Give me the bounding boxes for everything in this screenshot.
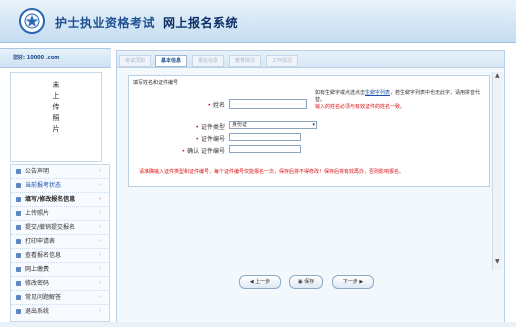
sidebar-item-label: 打印申请表 (25, 238, 56, 245)
tab-bar: 考试须知 基本信息 报名信息 教育情况 工作情况 (117, 51, 504, 68)
help-icon (16, 295, 21, 300)
id-number-label: • 证件编号 (195, 136, 225, 143)
photo-icon (16, 211, 21, 216)
chevron-right-icon: › (99, 294, 101, 300)
view-icon (16, 253, 21, 258)
tab-education[interactable]: 教育情况 (229, 55, 261, 67)
chevron-right-icon: › (99, 238, 101, 244)
save-button[interactable]: ▣ 保存 (289, 275, 323, 289)
sidebar-item-view-info[interactable]: 查看报名信息 › (11, 249, 109, 263)
speaker-icon (16, 169, 21, 174)
tab-work[interactable]: 工作情况 (266, 55, 298, 67)
chevron-right-icon: › (99, 266, 101, 272)
sidebar-item-label: 上传照片 (25, 210, 50, 217)
logo-emblem-icon (19, 8, 45, 34)
sidebar-item-password[interactable]: 修改密码 › (11, 277, 109, 291)
sidebar-item-label: 查看报名信息 (25, 252, 62, 259)
vertical-scrollbar[interactable]: ▲ ▼ (492, 72, 503, 270)
chevron-right-icon: › (99, 196, 101, 202)
edit-icon (16, 197, 21, 202)
sidebar-item-print[interactable]: 打印申请表 › (11, 235, 109, 249)
sidebar-item-logout[interactable]: 退出系统 › (11, 305, 109, 318)
scroll-up-icon[interactable]: ▲ (495, 72, 500, 79)
sidebar-item-label: 网上缴费 (25, 266, 50, 273)
sidebar-item-label: 公告声明 (25, 168, 50, 175)
form-section-title: 填写姓名和证件编号 (133, 80, 179, 86)
chevron-right-icon: › (99, 280, 101, 286)
user-greeting: 您好: 10000 .com (13, 55, 60, 61)
id-confirm-label: • 确认 证件编号 (181, 148, 225, 155)
app-title-secondary: 网上报名系统 (163, 16, 239, 30)
main-panel: 考试须知 基本信息 报名信息 教育情况 工作情况 填写姓名和证件编号 • 姓名 … (116, 50, 505, 326)
basic-info-form: 填写姓名和证件编号 • 姓名 如有生僻字或点选点击生僻字列表，若生僻字列表中也无… (128, 75, 490, 187)
print-icon (16, 239, 21, 244)
chevron-right-icon: › (99, 210, 101, 216)
rare-chars-link[interactable]: 生僻字列表 (365, 90, 390, 96)
sidebar-item-faq[interactable]: 常见问题解答 › (11, 291, 109, 305)
scroll-down-icon[interactable]: ▼ (495, 258, 500, 265)
tab-basic-info[interactable]: 基本信息 (155, 55, 187, 67)
tab-registration-info[interactable]: 报名信息 (192, 55, 224, 67)
sidebar-item-payment[interactable]: 网上缴费 › (11, 263, 109, 277)
chevron-right-icon: › (99, 182, 101, 188)
name-input[interactable] (229, 99, 307, 109)
sidebar-item-upload-photo[interactable]: 上传照片 › (11, 207, 109, 221)
prev-step-button[interactable]: ◀ 上一步 (239, 275, 281, 289)
id-type-select[interactable]: 身份证 ▾ (229, 121, 317, 129)
user-info-bar: 您好: 10000 .com (0, 48, 111, 68)
sidebar-item-label: 提交/撤销提交报名 (25, 224, 76, 231)
sidebar-item-label: 常见问题解答 (25, 294, 62, 301)
sidebar-item-label: 退出系统 (25, 308, 50, 315)
sidebar-item-edit-info[interactable]: 填写/修改报名信息 › (11, 193, 109, 207)
sidebar-menu: 公告声明 › 当前报考状态 › 填写/修改报名信息 › 上传照片 › 提交/撤销… (10, 164, 110, 322)
chevron-down-icon: ▾ (312, 122, 315, 128)
exit-icon (16, 309, 21, 314)
sidebar-item-announcements[interactable]: 公告声明 › (11, 165, 109, 179)
submit-icon (16, 225, 21, 230)
chevron-right-icon: › (99, 252, 101, 258)
sidebar-item-label: 修改密码 (25, 280, 50, 287)
id-confirm-input[interactable] (229, 145, 301, 153)
sidebar-item-label: 当前报考状态 (25, 182, 62, 189)
sidebar-item-label: 填写/修改报名信息 (25, 196, 76, 203)
pay-icon (16, 267, 21, 272)
id-type-label: • 证件类型 (195, 124, 225, 131)
chevron-right-icon: › (99, 168, 101, 174)
chevron-right-icon: › (99, 224, 101, 230)
next-step-button[interactable]: 下一步 ▶ (332, 275, 374, 289)
photo-placeholder: 未上传照片 (10, 72, 102, 162)
name-label: • 姓名 (207, 102, 225, 109)
app-title-primary: 护士执业资格考试 (55, 16, 156, 30)
tab-exam-notice[interactable]: 考试须知 (119, 55, 151, 67)
form-notice: 请准确输入证件类型和证件编号，每个证件编号仅能报名一次，保存后将不得修改！保存后… (139, 169, 405, 175)
app-header: 护士执业资格考试 网上报名系统 (0, 0, 516, 43)
key-icon (16, 281, 21, 286)
sidebar-item-submit[interactable]: 提交/撤销提交报名 › (11, 221, 109, 235)
chevron-right-icon: › (99, 308, 101, 314)
doc-icon (16, 183, 21, 188)
name-hint: 如有生僻字或点选点击生僻字列表，若生僻字列表中也无此字，请用拼音代替。 输入的姓… (315, 90, 481, 110)
sidebar-item-status[interactable]: 当前报考状态 › (11, 179, 109, 193)
photo-placeholder-text: 未上传照片 (52, 81, 60, 136)
id-number-input[interactable] (229, 133, 301, 141)
footer-strip (0, 322, 516, 327)
